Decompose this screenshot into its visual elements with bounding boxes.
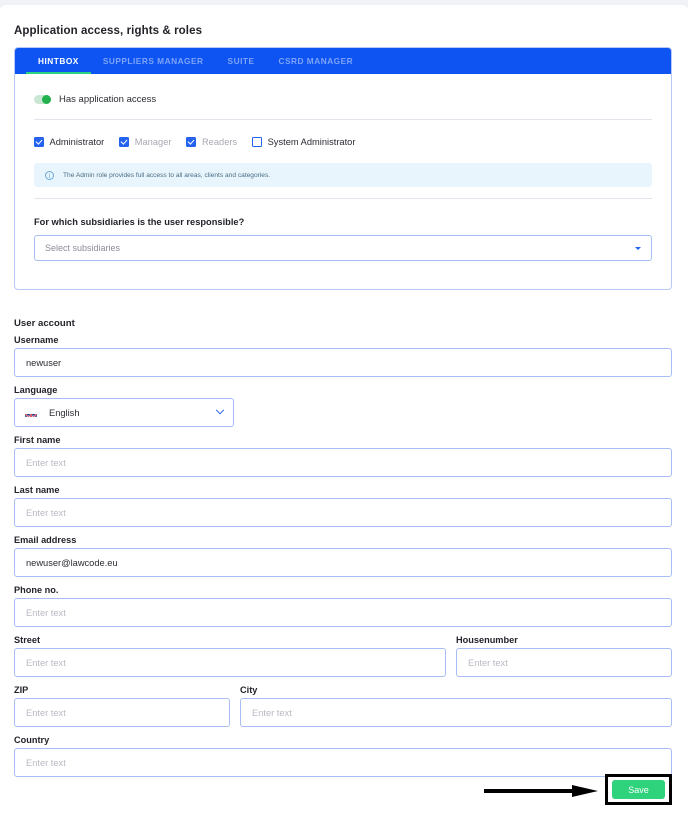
country-input[interactable]: Enter text [14,748,672,777]
checkbox-label-administrator: Administrator [49,137,105,147]
field-language: Language English [14,385,672,427]
checkbox-administrator[interactable] [34,137,44,147]
uk-flag-icon [25,409,37,417]
admin-role-info-box: i The Admin role provides full access to… [34,163,652,187]
tab-csrd-manager[interactable]: CSRD MANAGER [266,48,365,74]
last-name-input[interactable]: Enter text [14,498,672,527]
divider-bottom [34,198,652,199]
field-phone: Phone no. Enter text [14,585,672,627]
field-city: City Enter text [240,685,672,727]
label-housenumber: Housenumber [456,635,518,645]
toggle-knob-icon [42,94,51,104]
roles-checkbox-row: Administrator Manager Readers System Adm… [34,135,652,149]
tab-suite[interactable]: SUITE [216,48,267,74]
label-street: Street [14,635,41,645]
page-title: Application access, rights & roles [14,25,203,37]
checkbox-readers[interactable] [186,137,196,147]
label-first-name: First name [14,435,61,445]
subsidiaries-select-placeholder: Select subsidiaries [45,243,121,253]
language-value: English [49,407,80,418]
first-name-input[interactable]: Enter text [14,448,672,477]
user-account-heading: User account [14,318,75,329]
save-button[interactable]: Save [612,780,665,799]
divider-top [34,119,652,120]
city-input[interactable]: Enter text [240,698,672,727]
has-application-access-row: Has application access [34,90,652,108]
field-last-name: Last name Enter text [14,485,672,527]
email-input[interactable]: newuser@lawcode.eu [14,548,672,577]
street-input[interactable]: Enter text [14,648,446,677]
checkbox-label-system-administrator: System Administrator [267,137,356,147]
label-phone: Phone no. [14,585,59,595]
label-username: Username [14,335,59,345]
label-email: Email address [14,535,77,545]
checkbox-system-administrator[interactable] [252,137,262,147]
label-last-name: Last name [14,485,60,495]
info-circle-icon: i [45,170,54,180]
application-access-card: HINTBOX SUPPLIERS MANAGER SUITE CSRD MAN… [14,47,672,290]
has-application-access-label: Has application access [59,93,157,105]
field-username: Username newuser [14,335,672,377]
field-zip: ZIP Enter text [14,685,230,727]
language-select[interactable]: English [14,398,234,427]
username-input[interactable]: newuser [14,348,672,377]
subsidiaries-question: For which subsidiaries is the user respo… [34,217,245,227]
tab-hintbox[interactable]: HINTBOX [26,48,91,74]
label-country: Country [14,735,50,745]
label-city: City [240,685,258,695]
user-account-form: User account Username newuser Language E… [14,318,672,785]
housenumber-input[interactable]: Enter text [456,648,672,677]
field-email: Email address newuser@lawcode.eu [14,535,672,577]
label-language: Language [14,385,58,395]
zip-city-row: ZIP Enter text City Enter text [14,685,672,735]
field-housenumber: Housenumber Enter text [456,635,672,677]
save-button-highlight: Save [605,774,672,805]
chevron-down-icon [215,405,225,414]
field-street: Street Enter text [14,635,446,677]
admin-role-info-text: The Admin role provides full access to a… [63,171,271,179]
field-country: Country Enter text [14,735,672,777]
checkbox-label-manager: Manager [134,137,172,147]
page-root: Application access, rights & roles HINTB… [0,5,688,818]
zip-input[interactable]: Enter text [14,698,230,727]
phone-input[interactable]: Enter text [14,598,672,627]
subsidiaries-select[interactable]: Select subsidiaries [34,235,652,261]
has-application-access-toggle[interactable] [34,94,51,104]
label-zip: ZIP [14,685,29,695]
street-housenumber-row: Street Enter text Housenumber Enter text [14,635,672,685]
application-tabbar: HINTBOX SUPPLIERS MANAGER SUITE CSRD MAN… [15,48,671,74]
chevron-down-icon [635,246,641,250]
checkbox-label-readers: Readers [201,137,238,147]
application-access-body: Has application access Administrator Man… [15,74,671,261]
field-first-name: First name Enter text [14,435,672,477]
tab-suppliers-manager[interactable]: SUPPLIERS MANAGER [91,48,216,74]
checkbox-manager[interactable] [119,137,129,147]
annotation-arrow-icon [484,784,598,797]
